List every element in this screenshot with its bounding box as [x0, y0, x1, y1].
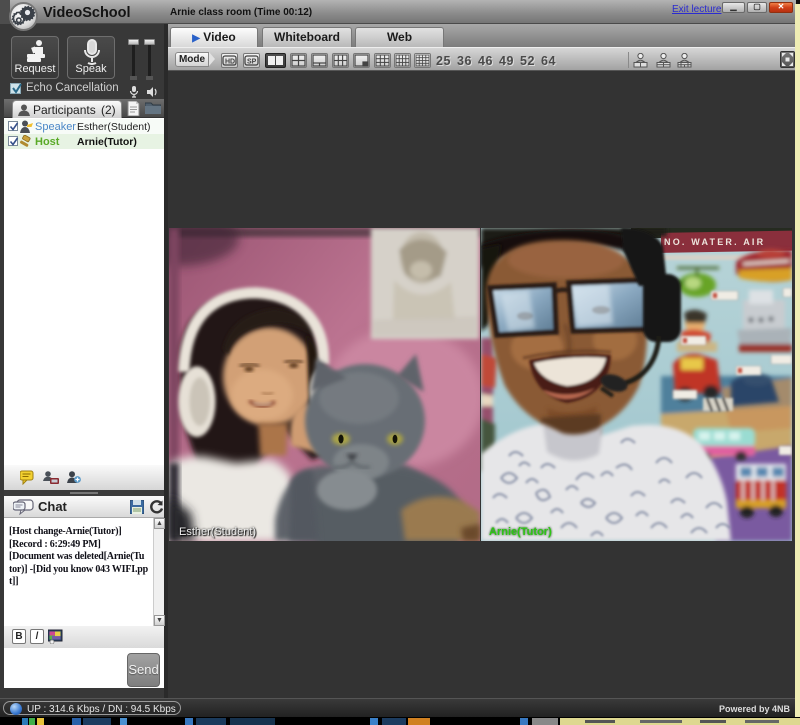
svg-text:HD: HD	[225, 59, 235, 66]
svg-text:SP: SP	[247, 59, 257, 66]
svg-text:NO. WATER. AIR: NO. WATER. AIR	[664, 237, 765, 247]
